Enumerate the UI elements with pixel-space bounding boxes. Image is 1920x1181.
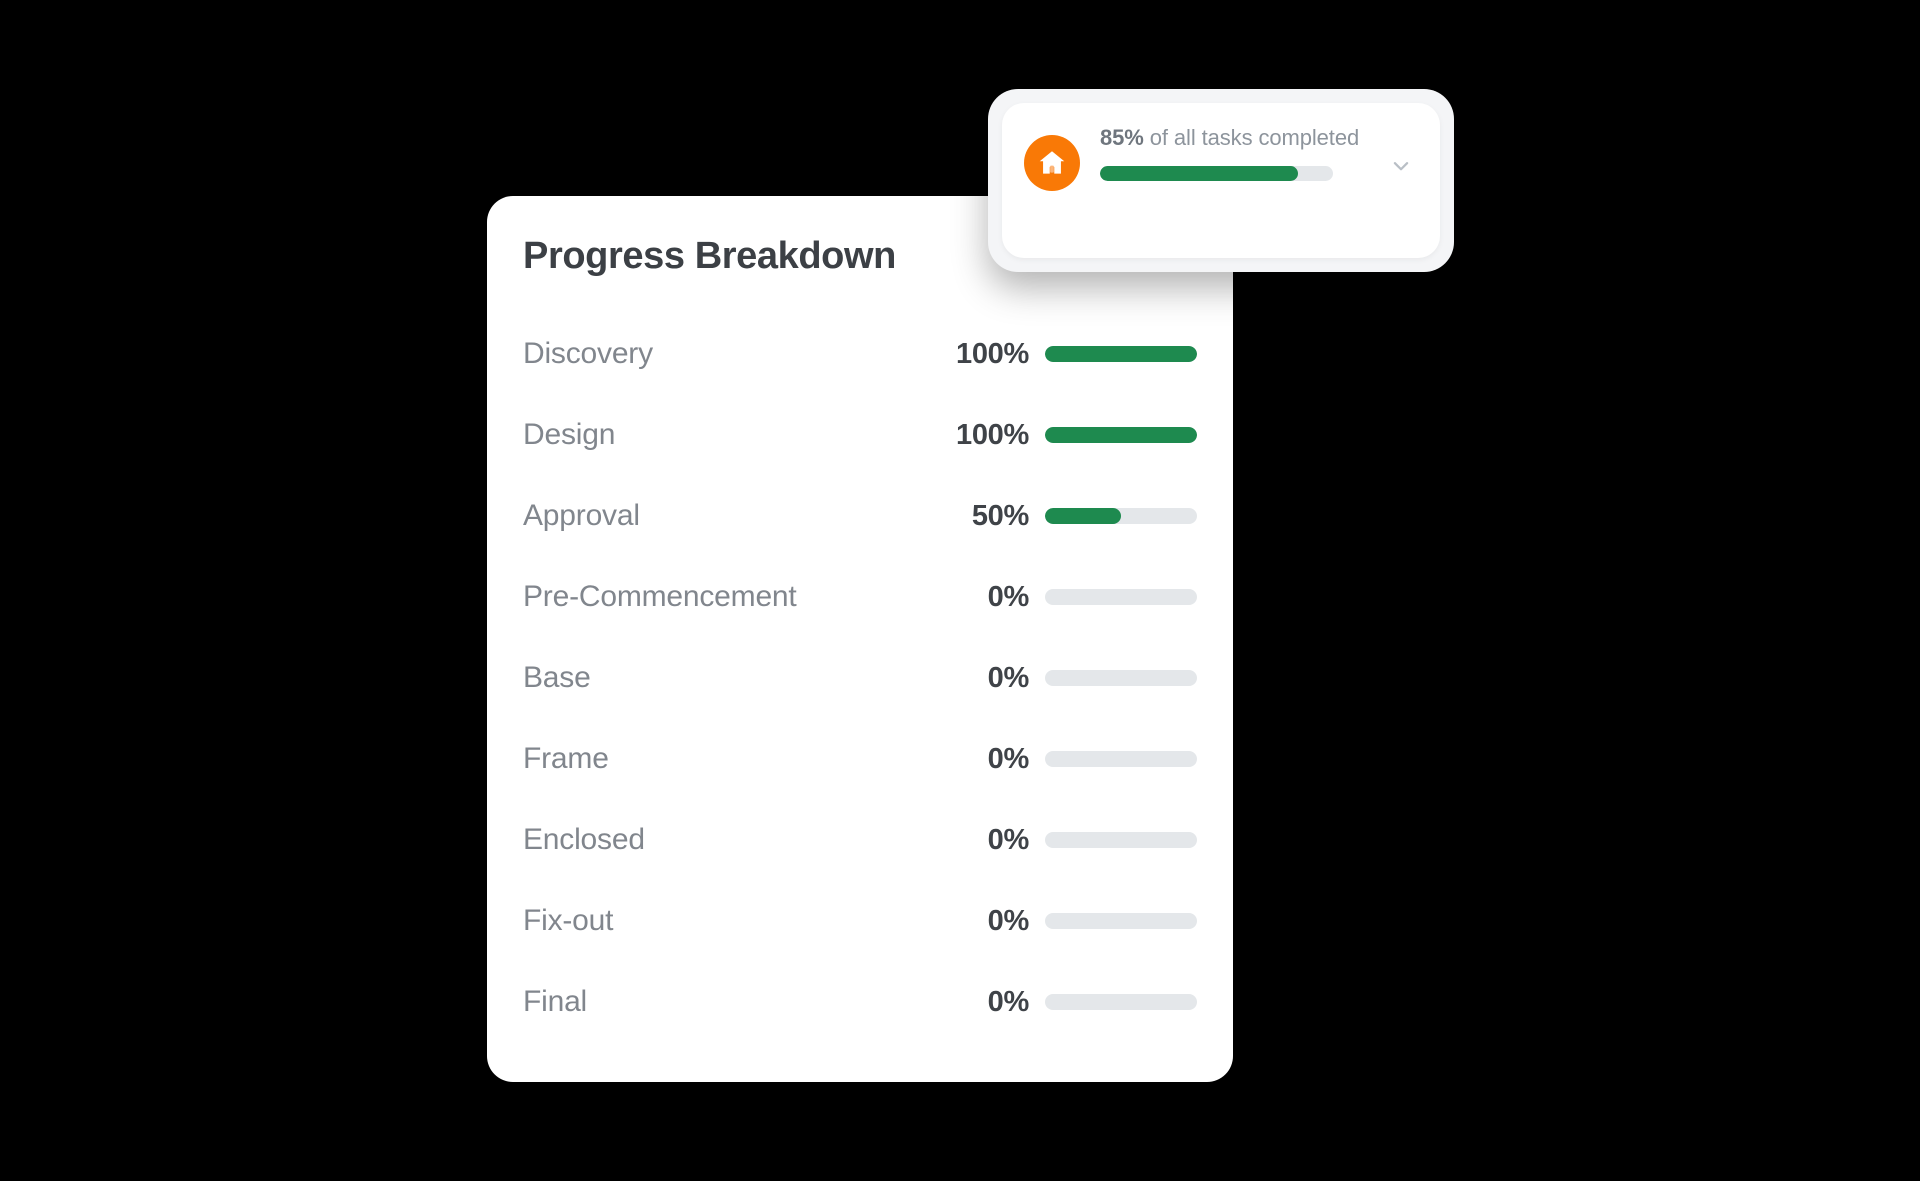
progress-row-bar (1045, 508, 1197, 525)
progress-row-percent: 0% (987, 904, 1030, 937)
tasks-summary-body: 85% of all tasks completed (1100, 121, 1374, 181)
progress-row-percent: 0% (987, 823, 1030, 856)
progress-row-bar (1045, 913, 1197, 930)
progress-row-bar (1045, 346, 1197, 363)
progress-row: Final 0% (523, 962, 1197, 1043)
progress-row-bar-fill (1045, 427, 1197, 444)
progress-row-bar (1045, 589, 1197, 606)
progress-row-label: Enclosed (523, 823, 645, 857)
progress-row: Base 0% (523, 638, 1197, 719)
progress-row-list: Discovery 100% Design 100% Approval 50% Pre-Co… (487, 314, 1233, 1043)
progress-row-percent: 100% (956, 337, 1029, 370)
tasks-progress-bar-fill (1100, 166, 1299, 181)
progress-row-bar (1045, 994, 1197, 1011)
progress-row-bar (1045, 427, 1197, 444)
progress-row: Fix-out 0% (523, 881, 1197, 962)
progress-row-bar (1045, 670, 1197, 687)
progress-row-percent: 50% (971, 499, 1029, 532)
tasks-summary-card[interactable]: 85% of all tasks completed (1002, 103, 1440, 258)
tasks-progress-bar (1100, 166, 1333, 181)
progress-row-label: Frame (523, 742, 609, 776)
progress-row-label: Fix-out (523, 904, 614, 938)
progress-row-label: Approval (523, 499, 640, 533)
tasks-percent-caption: of all tasks completed (1143, 125, 1360, 150)
progress-row: Frame 0% (523, 719, 1197, 800)
progress-row-label: Base (523, 661, 591, 695)
progress-row: Design 100% (523, 395, 1197, 476)
tasks-percent-value: 85% (1100, 125, 1144, 150)
screen-background: Progress Breakdown Discovery 100% Design 10… (0, 0, 1920, 1181)
progress-row-label: Final (523, 985, 588, 1019)
progress-row-bar (1045, 751, 1197, 768)
progress-row-percent: 0% (987, 661, 1030, 694)
progress-row-bar (1045, 832, 1197, 849)
home-icon (1024, 135, 1080, 191)
progress-row-percent: 0% (987, 742, 1030, 775)
progress-row: Discovery 100% (523, 314, 1197, 395)
progress-row-percent: 0% (987, 985, 1030, 1018)
chevron-down-icon[interactable] (1384, 149, 1418, 183)
progress-row-label: Pre-Commencement (523, 580, 797, 614)
progress-row-percent: 100% (956, 418, 1029, 451)
progress-row-bar-fill (1045, 346, 1197, 363)
progress-row-label: Design (523, 418, 616, 452)
progress-breakdown-card: Progress Breakdown Discovery 100% Design 10… (487, 196, 1233, 1082)
progress-row-bar-fill (1045, 508, 1121, 525)
progress-row-label: Discovery (523, 337, 653, 371)
progress-row: Pre-Commencement 0% (523, 557, 1197, 638)
tasks-summary-card-frame: 85% of all tasks completed (988, 89, 1454, 272)
progress-row: Enclosed 0% (523, 800, 1197, 881)
progress-row-percent: 0% (987, 580, 1030, 613)
tasks-summary-text: 85% of all tasks completed (1100, 121, 1374, 154)
progress-row: Approval 50% (523, 476, 1197, 557)
